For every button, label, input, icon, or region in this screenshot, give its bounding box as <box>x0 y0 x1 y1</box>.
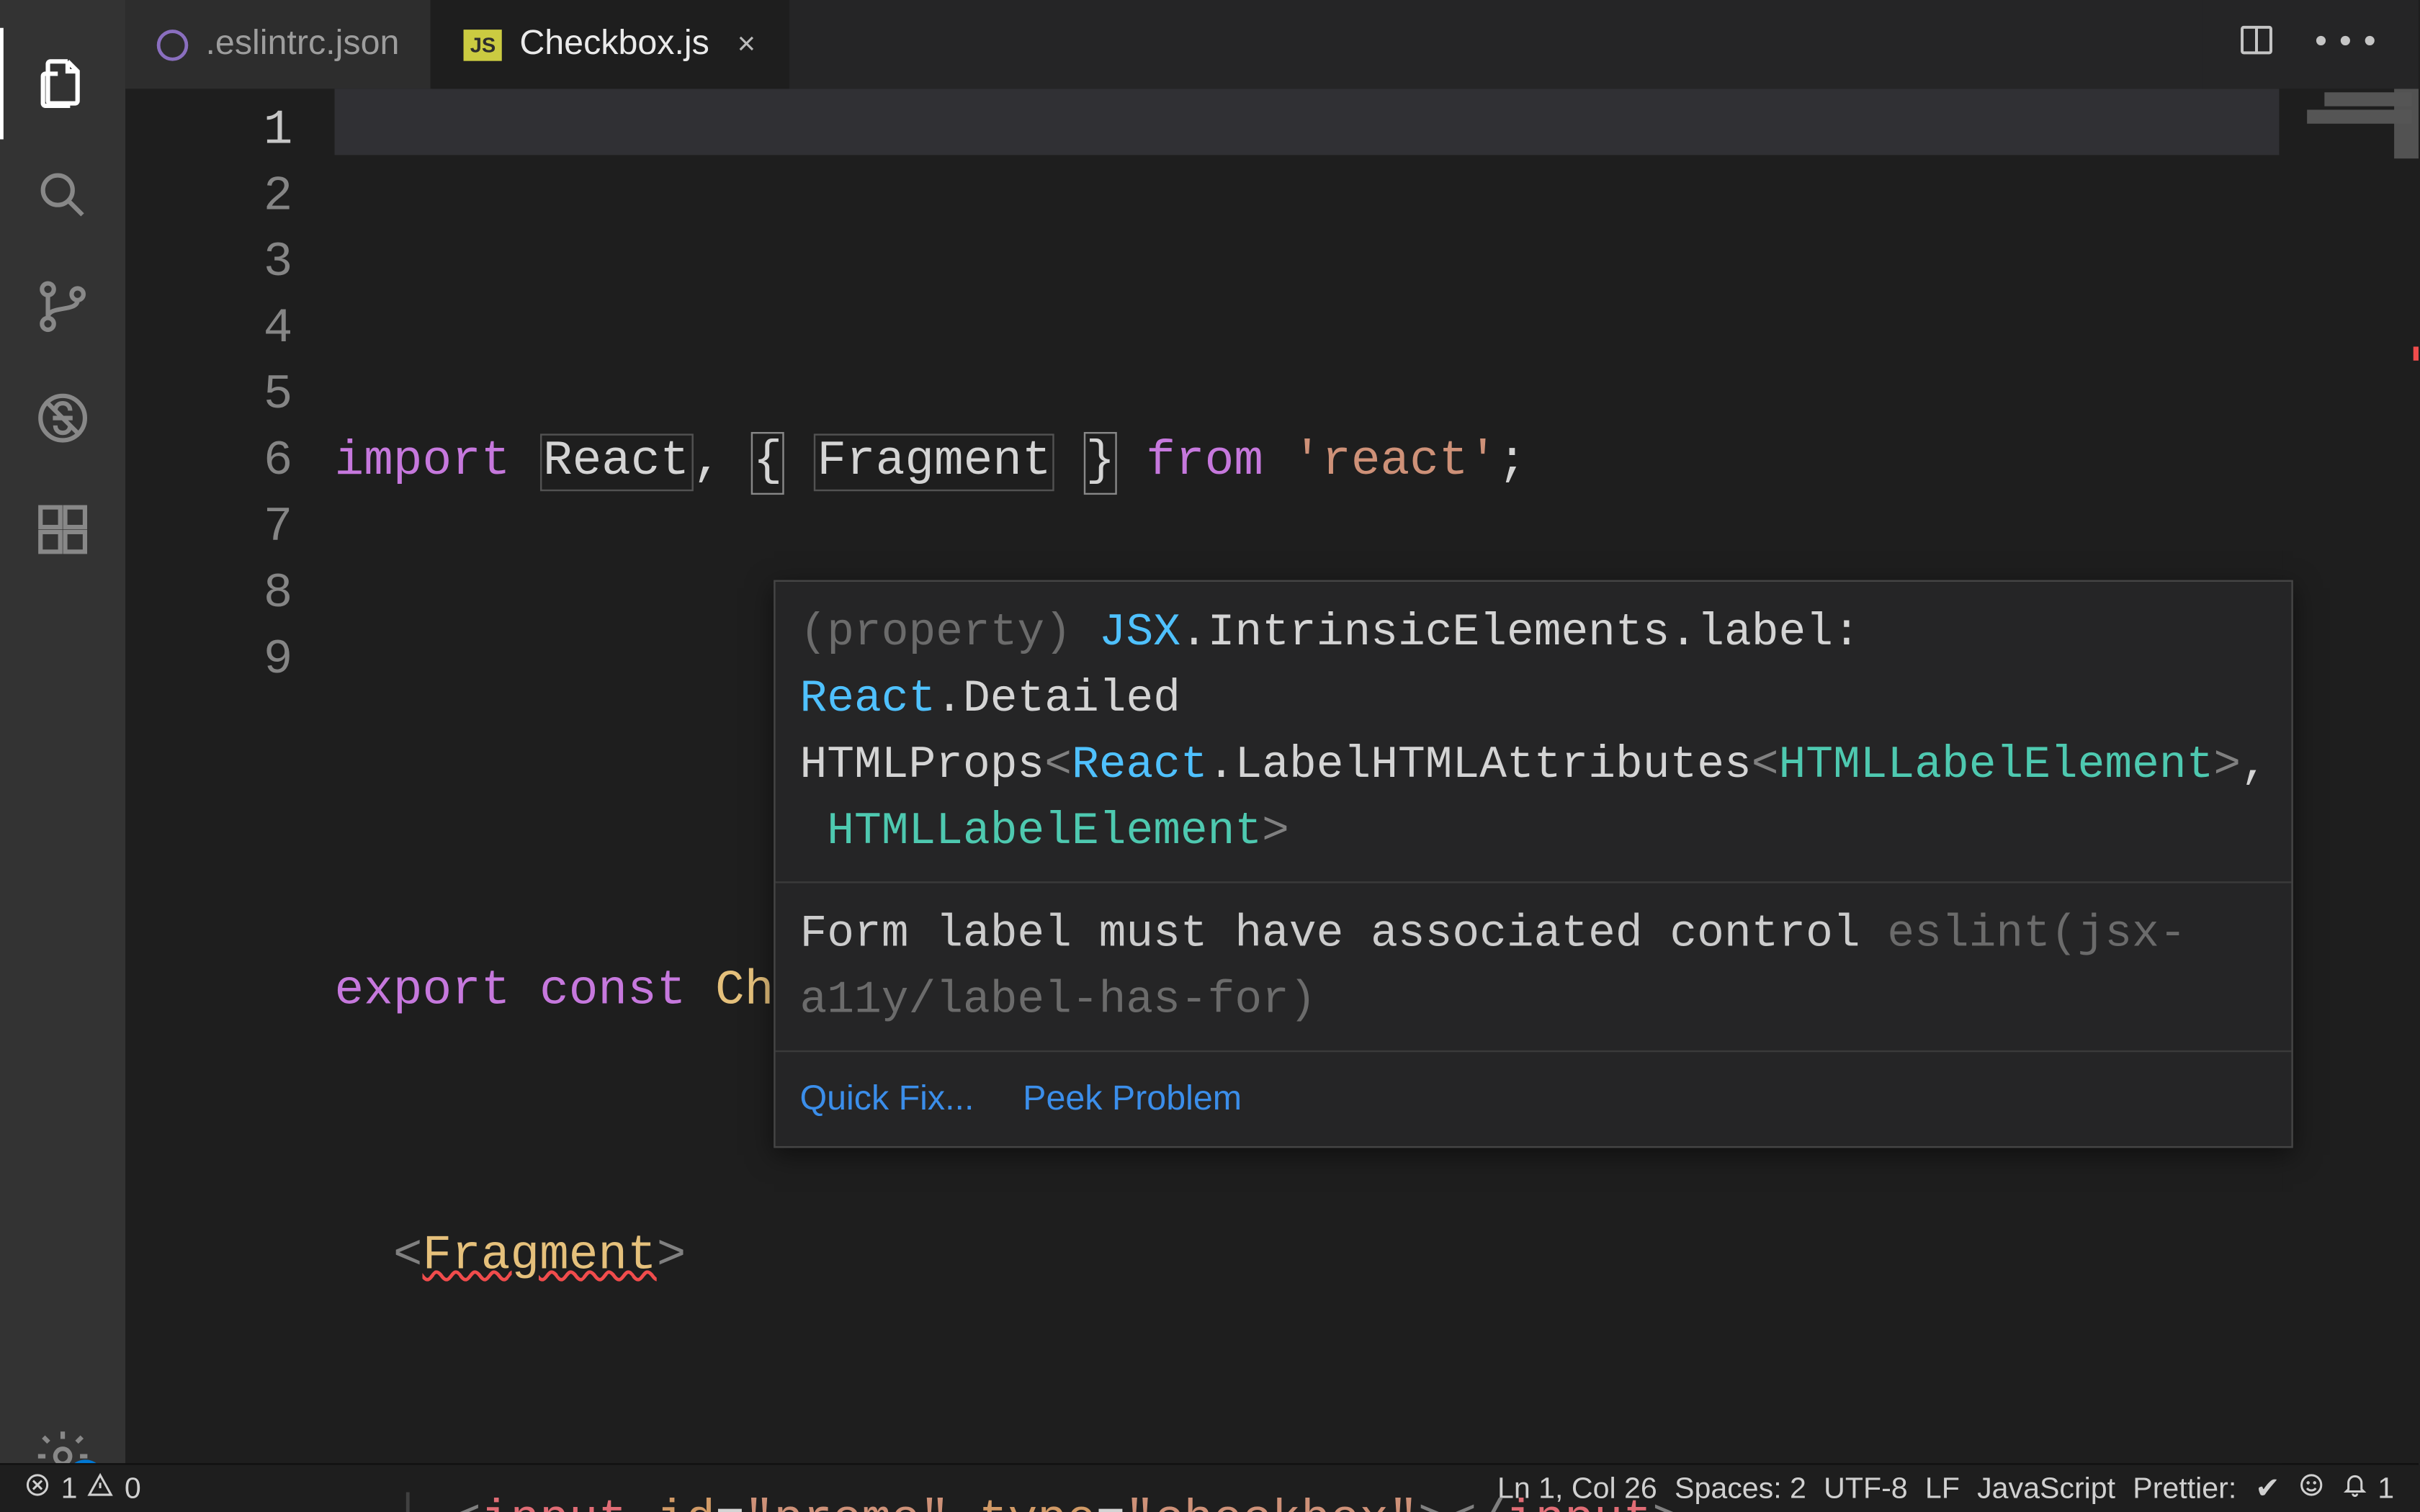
bell-icon <box>2341 1471 2367 1506</box>
hover-type-info: (property) JSX.IntrinsicElements.label: … <box>776 582 2292 883</box>
error-icon <box>24 1471 50 1506</box>
activity-bar: 1 <box>0 0 125 1512</box>
close-tab-icon[interactable]: × <box>727 26 756 63</box>
git-branch-icon[interactable] <box>0 251 125 362</box>
tab-label: .eslintrc.json <box>205 24 399 65</box>
problems-status[interactable]: 1 0 <box>24 1471 141 1506</box>
eslint-config-icon <box>157 29 189 60</box>
hover-actions: Quick Fix... Peek Problem <box>776 1052 2292 1146</box>
line-number-gutter: 1 2 3 4 5 6 7 8 9 <box>125 89 334 1463</box>
js-file-icon: JS <box>464 29 502 60</box>
more-actions-icon[interactable]: ••• <box>2311 24 2384 65</box>
warning-icon <box>88 1471 114 1506</box>
search-icon[interactable] <box>0 140 125 251</box>
tab-eslintrc[interactable]: .eslintrc.json <box>125 0 432 89</box>
explorer-icon[interactable] <box>0 28 125 140</box>
hover-diagnostic: Form label must have associated control … <box>776 883 2292 1053</box>
code-area[interactable]: import React, { Fragment } from 'react';… <box>335 89 2283 1463</box>
quick-fix-link[interactable]: Quick Fix... <box>799 1066 974 1133</box>
app-root: 1 .eslintrc.json JS Checkbox.js × ••• 1 … <box>0 0 2419 1512</box>
extensions-icon[interactable] <box>0 474 125 585</box>
notifications-status[interactable]: 1 <box>2341 1471 2394 1506</box>
code-editor[interactable]: 1 2 3 4 5 6 7 8 9 import React, { Fragme… <box>125 89 2419 1463</box>
tab-checkbox-js[interactable]: JS Checkbox.js × <box>432 0 789 89</box>
tab-label: Checkbox.js <box>519 24 709 65</box>
debug-disabled-icon[interactable] <box>0 362 125 474</box>
editor-actions: ••• <box>2202 0 2419 89</box>
peek-problem-link[interactable]: Peek Problem <box>1023 1066 1242 1133</box>
feedback-icon[interactable] <box>2298 1471 2323 1506</box>
editor-tab-row: .eslintrc.json JS Checkbox.js × ••• <box>125 0 2419 89</box>
split-editor-icon[interactable] <box>2237 21 2275 68</box>
minimap[interactable] <box>2282 89 2419 1463</box>
hover-tooltip: (property) JSX.IntrinsicElements.label: … <box>774 580 2293 1148</box>
